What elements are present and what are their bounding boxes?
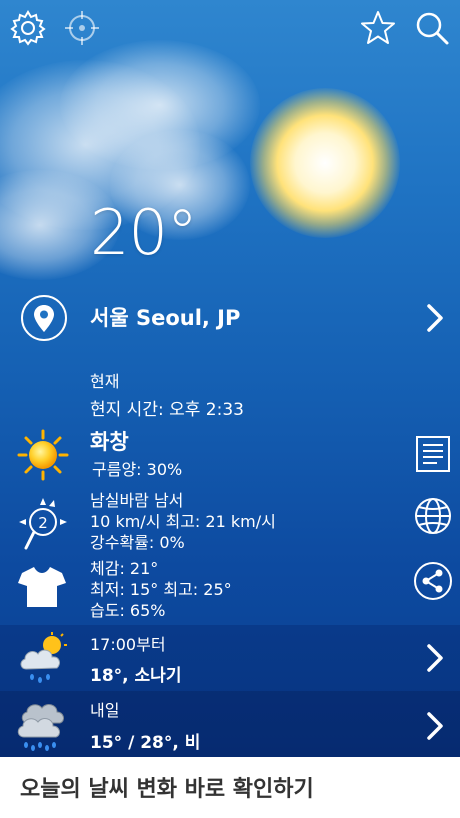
location-row[interactable]: 서울 Seoul, JP xyxy=(0,292,460,344)
wind-speed: 10 km/시 최고: 21 km/시 xyxy=(90,512,276,531)
sun-icon xyxy=(16,428,70,482)
humidity: 습도: 65% xyxy=(90,601,166,620)
wind-compass-icon: 2 xyxy=(16,494,72,554)
globe-icon[interactable] xyxy=(413,496,453,536)
sun-cloud-rain-icon xyxy=(16,631,70,687)
precip-chance: 강수확률: 0% xyxy=(90,533,185,552)
sun-graphic xyxy=(250,88,400,238)
forecast-title: 17:00부터 xyxy=(90,635,166,654)
cloud-rain-icon xyxy=(14,697,70,753)
share-icon[interactable] xyxy=(413,561,453,601)
chevron-right-icon[interactable] xyxy=(426,643,444,673)
cloud-cover: 구름양: 30% xyxy=(92,460,183,479)
forecast-detail: 18°, 소나기 xyxy=(90,666,182,686)
wind-direction: 남실바람 남서 xyxy=(90,491,184,510)
local-time: 현지 시간: 오후 2:33 xyxy=(90,400,244,420)
document-icon[interactable] xyxy=(413,434,453,474)
location-target-icon[interactable] xyxy=(62,8,102,48)
forecast-title: 내일 xyxy=(90,701,120,720)
now-label: 현재 xyxy=(90,372,120,391)
min-max: 최저: 15° 최고: 25° xyxy=(90,580,232,599)
chevron-right-icon[interactable] xyxy=(426,303,444,333)
forecast-detail: 15° / 28°, 비 xyxy=(90,733,201,753)
feels-like: 체감: 21° xyxy=(90,559,159,578)
search-icon[interactable] xyxy=(412,8,452,48)
banner-text: 오늘의 날씨 변화 바로 확인하기 xyxy=(20,777,314,802)
star-icon[interactable] xyxy=(358,8,398,48)
location-name: 서울 Seoul, JP xyxy=(90,306,241,330)
location-pin-icon xyxy=(20,294,68,342)
condition-text: 화창 xyxy=(90,430,129,454)
bottom-banner[interactable]: 오늘의 날씨 변화 바로 확인하기 xyxy=(0,757,460,818)
current-temperature: 20° xyxy=(90,196,198,269)
tshirt-icon xyxy=(18,565,66,609)
forecast-row[interactable]: 17:00부터 18°, 소나기 xyxy=(0,625,460,691)
wind-badge: 2 xyxy=(38,514,48,532)
gear-icon[interactable] xyxy=(8,8,48,48)
forecast-row[interactable]: 내일 15° / 28°, 비 xyxy=(0,691,460,757)
chevron-right-icon[interactable] xyxy=(426,711,444,741)
